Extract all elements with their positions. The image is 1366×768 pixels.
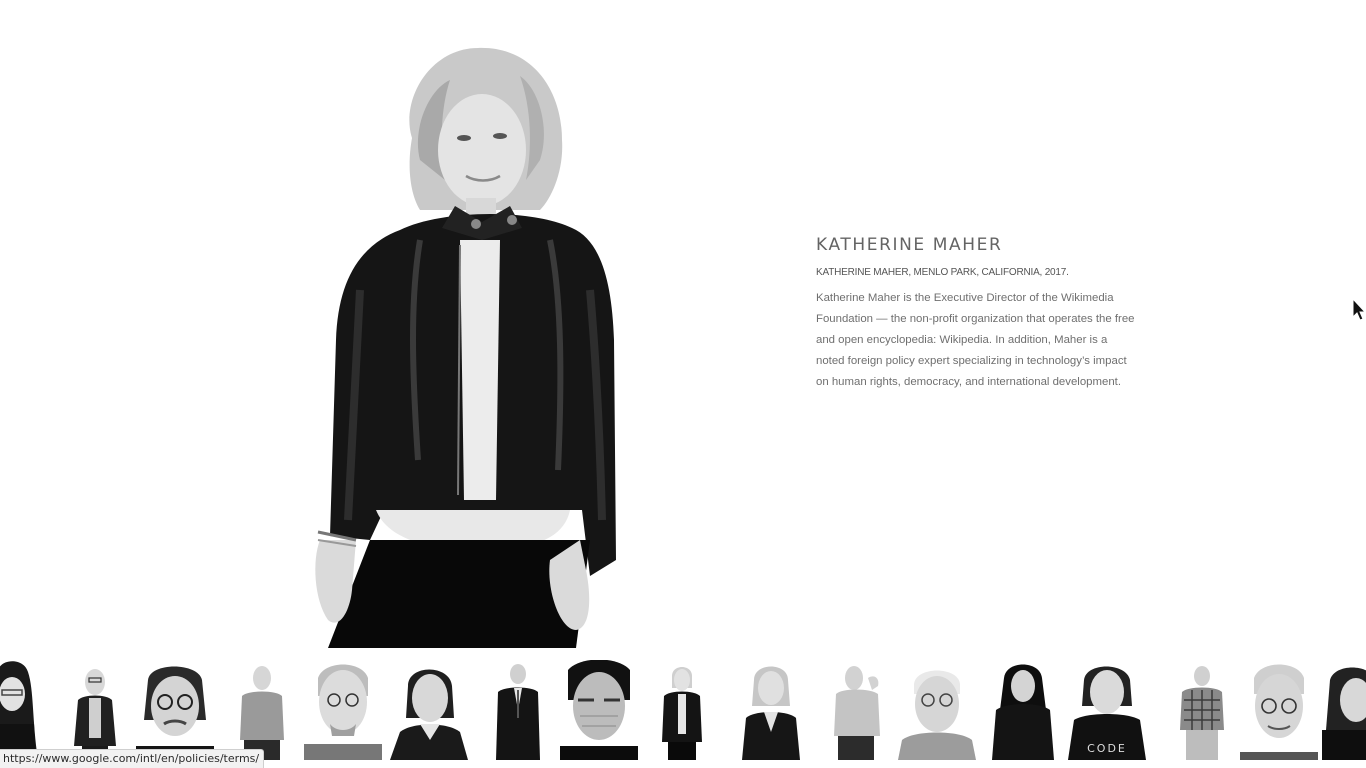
featured-portrait-photo <box>300 40 640 648</box>
thumbnail-portrait-5[interactable] <box>304 660 382 760</box>
portrait-bio: KATHERINE MAHER KATHERINE MAHER, MENLO P… <box>816 234 1136 393</box>
status-bar-url: https://www.google.com/intl/en/policies/… <box>3 752 260 765</box>
thumbnail-portrait-16[interactable] <box>1240 660 1318 760</box>
thumbnail-portrait-6[interactable] <box>390 660 468 760</box>
portrait-thumbnail-strip: CODE <box>0 660 1366 760</box>
thumbnail-portrait-10[interactable] <box>740 660 802 760</box>
thumbnail-portrait-14[interactable]: CODE <box>1068 660 1146 760</box>
photo-caption: KATHERINE MAHER, MENLO PARK, CALIFORNIA,… <box>816 267 1069 278</box>
thumbnail-portrait-15[interactable] <box>1176 660 1228 760</box>
thumbnail-portrait-13[interactable] <box>990 660 1056 760</box>
browser-status-bar: https://www.google.com/intl/en/policies/… <box>0 749 265 768</box>
thumbnail-shirt-text: CODE <box>1087 742 1127 755</box>
portrait-gallery-page: KATHERINE MAHER KATHERINE MAHER, MENLO P… <box>0 0 1366 768</box>
thumbnail-portrait-3[interactable] <box>136 660 214 760</box>
subject-description: Katherine Maher is the Executive Directo… <box>816 292 1135 388</box>
thumbnail-portrait-9[interactable] <box>656 660 708 760</box>
subject-name: KATHERINE MAHER <box>816 235 1003 255</box>
thumbnail-portrait-11[interactable] <box>828 660 890 760</box>
thumbnail-portrait-8[interactable] <box>560 660 638 760</box>
thumbnail-portrait-12[interactable] <box>898 660 976 760</box>
thumbnail-portrait-7[interactable] <box>492 660 544 760</box>
thumbnail-portrait-2[interactable] <box>70 660 120 760</box>
mouse-cursor-icon <box>1352 297 1366 322</box>
thumbnail-portrait-17[interactable] <box>1322 660 1366 760</box>
thumbnail-portrait-1[interactable] <box>0 660 42 760</box>
thumbnail-portrait-4[interactable] <box>234 660 290 760</box>
